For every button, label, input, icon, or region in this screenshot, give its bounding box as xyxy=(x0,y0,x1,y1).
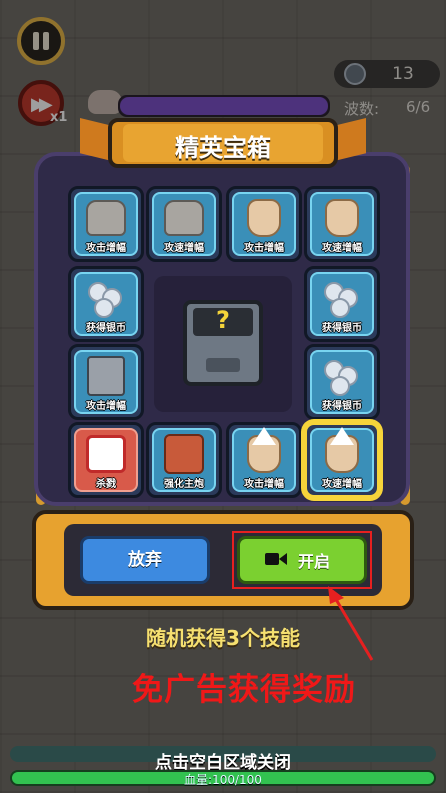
scroll-sack-icon xyxy=(247,199,281,238)
skill-slot: 获得银币 xyxy=(68,266,144,342)
red-arrow-icon xyxy=(328,586,374,661)
skill-slot: 攻速增幅 xyxy=(146,186,222,262)
modal-title: 精英宝箱 xyxy=(175,134,271,162)
skill-label: 攻速增幅 xyxy=(322,243,362,254)
skill-label: 攻速增幅 xyxy=(322,479,362,490)
skill-slot: 强化主炮 xyxy=(146,422,222,498)
skill-slot: 杀戮 xyxy=(68,422,144,498)
give-up-button[interactable]: 放弃 xyxy=(80,536,210,584)
skill-label: 攻击增幅 xyxy=(86,401,126,412)
annotation-text: 免广告获得奖励 xyxy=(132,672,356,708)
highlight-box xyxy=(232,531,372,589)
skill-label: 攻速增幅 xyxy=(164,243,204,254)
chest-question-mark: ? xyxy=(216,306,230,334)
skill-label: 杀戮 xyxy=(96,479,116,490)
skill-slot: 攻击增幅 xyxy=(226,422,302,498)
skill-slot: 攻击增幅 xyxy=(226,186,302,262)
silver-coins-icon xyxy=(322,278,362,319)
skill-label: 攻击增幅 xyxy=(86,243,126,254)
skill-label: 获得银币 xyxy=(322,323,362,334)
skill-label: 获得银币 xyxy=(86,323,126,334)
skill-slot: 攻击增幅 xyxy=(68,344,144,420)
skill-label: 攻击增幅 xyxy=(244,243,284,254)
scroll-sack-icon xyxy=(325,199,359,238)
chest-latch xyxy=(206,358,240,372)
skill-slot: 攻速增幅 xyxy=(304,422,380,498)
arrow-up-sack-icon xyxy=(247,427,281,474)
arrow-up-sack-icon xyxy=(325,427,359,474)
skill-label: 获得银币 xyxy=(322,401,362,412)
skill-label: 攻击增幅 xyxy=(244,479,284,490)
cannon-icon xyxy=(164,434,204,475)
skill-slot: 获得银币 xyxy=(304,344,380,420)
spikes-icon xyxy=(87,356,125,397)
skill-slot: 攻击增幅 xyxy=(68,186,144,262)
slash-icon xyxy=(86,435,126,474)
skill-slot: 获得银币 xyxy=(304,266,380,342)
skill-slot: 攻速增幅 xyxy=(304,186,380,262)
silver-coins-icon xyxy=(86,278,126,319)
gauntlet-icon xyxy=(164,200,204,237)
skill-label: 强化主炮 xyxy=(164,479,204,490)
hp-label: 血量:100/100 xyxy=(184,773,262,787)
silver-coins-icon xyxy=(322,356,362,397)
gauntlet-icon xyxy=(86,200,126,237)
